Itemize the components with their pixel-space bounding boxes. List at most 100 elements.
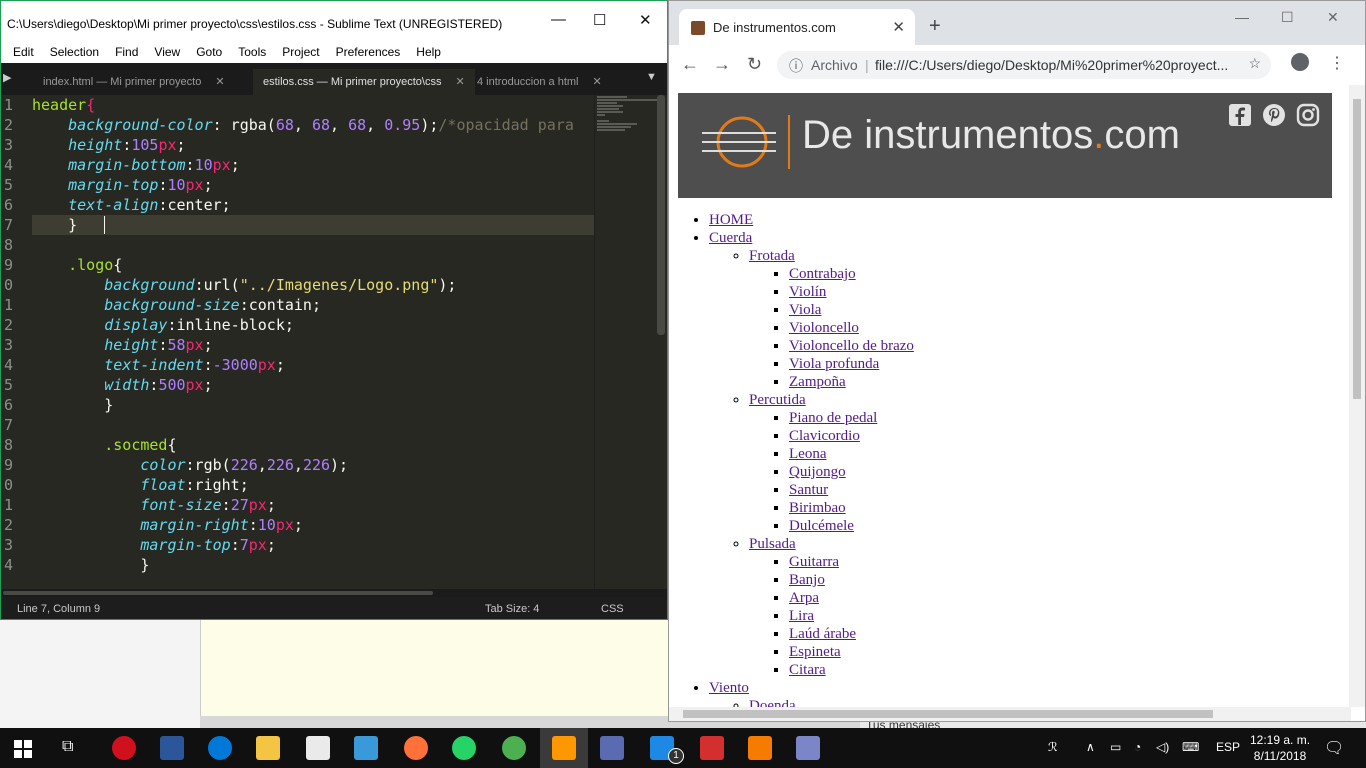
maximize-button[interactable]: ☐	[593, 11, 606, 29]
settings-app-icon[interactable]	[600, 736, 624, 760]
nav-link-cuerda[interactable]: Cuerda	[709, 230, 752, 246]
nav-link[interactable]: Laúd árabe	[789, 626, 856, 642]
account-icon[interactable]	[1291, 53, 1309, 71]
editor-vertical-scrollbar[interactable]	[657, 95, 665, 335]
minimize-button[interactable]: —	[1235, 9, 1249, 25]
firefox-icon[interactable]	[404, 736, 428, 760]
mail-icon[interactable]	[306, 736, 330, 760]
word-icon[interactable]	[160, 736, 184, 760]
paint-icon[interactable]	[354, 736, 378, 760]
keyboard-icon[interactable]: ⌨	[1182, 740, 1199, 754]
browser-tab[interactable]: De instrumentos.com ✕	[679, 9, 915, 45]
nav-link[interactable]: Clavicordio	[789, 428, 860, 444]
tab-size[interactable]: Tab Size: 4	[485, 603, 539, 615]
menu-help[interactable]: Help	[416, 45, 441, 59]
file-explorer-icon[interactable]	[256, 736, 280, 760]
opera-icon[interactable]	[112, 736, 136, 760]
network-icon[interactable]: ◔	[1134, 740, 1141, 754]
php-icon[interactable]	[796, 736, 820, 760]
syntax-mode[interactable]: CSS	[601, 603, 624, 615]
chrome-icon[interactable]	[502, 736, 526, 760]
close-button[interactable]: ✕	[1327, 9, 1339, 26]
nav-link[interactable]: Lira	[789, 608, 814, 624]
menu-goto[interactable]: Goto	[196, 45, 222, 59]
menu-preferences[interactable]: Preferences	[336, 45, 401, 59]
reload-icon[interactable]: ↻	[747, 54, 762, 75]
close-icon[interactable]: ✕	[455, 76, 464, 88]
nav-link-percutida[interactable]: Percutida	[749, 392, 806, 408]
close-icon[interactable]: ✕	[593, 76, 602, 88]
nav-link[interactable]: Viola	[789, 302, 821, 318]
nav-link[interactable]: Arpa	[789, 590, 819, 606]
minimap[interactable]	[597, 95, 661, 155]
back-icon[interactable]: ←	[681, 54, 699, 75]
menu-edit[interactable]: Edit	[13, 45, 34, 59]
nav-link[interactable]: Guitarra	[789, 554, 839, 570]
clock[interactable]: 12:19 a. m. 8/11/2018	[1250, 732, 1310, 764]
code-content[interactable]: header{ background-color: rgba(68, 68, 6…	[32, 95, 595, 575]
windows-start-icon[interactable]	[14, 740, 32, 758]
address-url[interactable]: file:///C:/Users/diego/Desktop/Mi%20prim…	[875, 57, 1228, 73]
battery-icon[interactable]: ▭	[1110, 740, 1121, 754]
menu-tools[interactable]: Tools	[238, 45, 266, 59]
nav-link[interactable]: Birimbao	[789, 500, 846, 516]
task-view-icon[interactable]: ⧉	[62, 738, 73, 756]
tab-index-html[interactable]: index.html — Mi primer proyecto ✕	[43, 69, 225, 95]
pinterest-icon[interactable]	[1262, 103, 1286, 127]
menu-project[interactable]: Project	[282, 45, 319, 59]
scroll-thumb[interactable]	[683, 710, 1213, 718]
people-icon[interactable]: ℛ	[1048, 740, 1058, 754]
minimize-button[interactable]: —	[551, 11, 566, 28]
page-horizontal-scrollbar[interactable]	[669, 707, 1351, 721]
nav-link[interactable]: Contrabajo	[789, 266, 856, 282]
code-editor[interactable]: 1 2 3 4 5 6 7 8 9 0 1 2 3 4 5 6 7 8 9 0 …	[1, 95, 667, 589]
address-bar[interactable]: ⓘ Archivo | file:///C:/Users/diego/Deskt…	[777, 51, 1271, 79]
facebook-icon[interactable]	[1228, 103, 1252, 127]
close-tab-icon[interactable]: ✕	[892, 18, 905, 36]
nav-link-home[interactable]: HOME	[709, 212, 753, 228]
instagram-icon[interactable]	[1296, 103, 1320, 127]
sublime-text-icon[interactable]	[552, 736, 576, 760]
action-center-icon[interactable]: 🗨	[1324, 738, 1344, 758]
new-tab-button[interactable]: +	[929, 15, 941, 38]
nav-link[interactable]: Santur	[789, 482, 828, 498]
close-icon[interactable]: ✕	[215, 76, 224, 88]
menu-selection[interactable]: Selection	[50, 45, 99, 59]
editor-horizontal-scrollbar[interactable]	[1, 589, 667, 597]
whatsapp-icon[interactable]	[452, 736, 476, 760]
tab-estilos-css[interactable]: estilos.css — Mi primer proyecto\css ✕	[253, 69, 475, 95]
nav-link[interactable]: Violoncello	[789, 320, 859, 336]
nav-link-cut[interactable]: Doenda	[749, 698, 796, 707]
tab-introduccion[interactable]: 4 introduccion a html ✕	[477, 69, 602, 95]
nav-link-frotada[interactable]: Frotada	[749, 248, 795, 264]
forward-icon[interactable]: →	[713, 54, 731, 75]
nav-link[interactable]: Violoncello de brazo	[789, 338, 914, 354]
nav-link[interactable]: Citara	[789, 662, 826, 678]
nav-link-viento[interactable]: Viento	[709, 680, 749, 696]
nav-link[interactable]: Espineta	[789, 644, 841, 660]
nav-link[interactable]: Violín	[789, 284, 826, 300]
play-icon[interactable]: ▶	[3, 71, 11, 84]
nav-link[interactable]: Viola profunda	[789, 356, 879, 372]
close-button[interactable]: ✕	[639, 11, 652, 29]
edge-icon[interactable]	[208, 736, 232, 760]
volume-icon[interactable]: ◁)	[1156, 740, 1169, 754]
chevron-up-icon[interactable]: ∧	[1086, 740, 1095, 754]
scroll-thumb[interactable]	[1353, 99, 1361, 399]
site-logo-text[interactable]: De instrumentos.com	[802, 113, 1180, 158]
nav-link-pulsada[interactable]: Pulsada	[749, 536, 796, 552]
nav-link[interactable]: Zampoña	[789, 374, 846, 390]
maximize-button[interactable]: ☐	[1281, 9, 1294, 26]
tab-dropdown-icon[interactable]: ▼	[646, 71, 657, 83]
more-icon[interactable]: ⋮	[1329, 53, 1345, 73]
info-icon[interactable]: ⓘ	[789, 56, 803, 76]
acrobat-icon[interactable]	[700, 736, 724, 760]
nav-link[interactable]: Dulcémele	[789, 518, 854, 534]
nav-link[interactable]: Banjo	[789, 572, 825, 588]
page-vertical-scrollbar[interactable]	[1349, 85, 1365, 707]
menu-view[interactable]: View	[154, 45, 180, 59]
nav-link[interactable]: Piano de pedal	[789, 410, 877, 426]
nav-link[interactable]: Quijongo	[789, 464, 846, 480]
scroll-thumb[interactable]	[3, 591, 433, 595]
star-icon[interactable]: ☆	[1248, 55, 1261, 72]
